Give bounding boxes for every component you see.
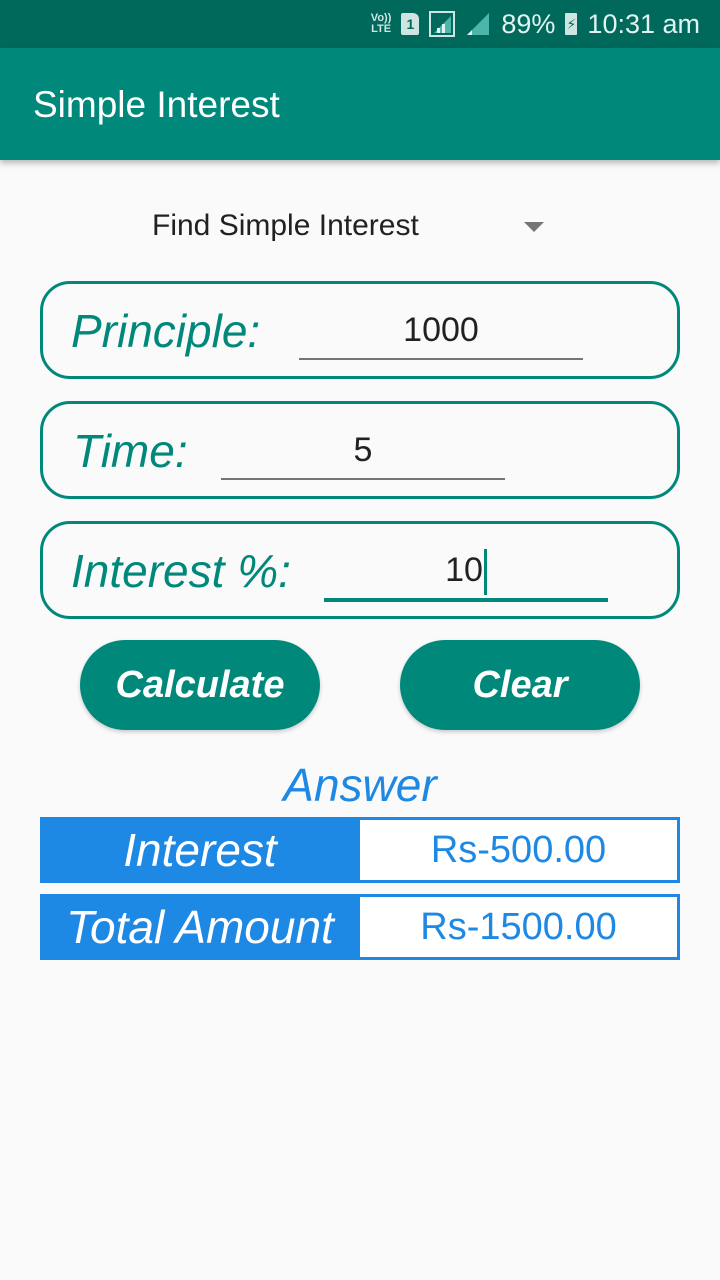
time-field-card: Time: 5 bbox=[40, 401, 680, 499]
interest-result-label: Interest bbox=[123, 824, 277, 876]
total-amount-row: Total Amount Rs-1500.00 bbox=[40, 894, 680, 960]
clear-button[interactable]: Clear bbox=[400, 640, 640, 730]
app-title: Simple Interest bbox=[33, 84, 280, 125]
signal-icon bbox=[429, 11, 456, 37]
principle-field-card: Principle: 1000 bbox=[40, 281, 680, 379]
total-amount-value: Rs-1500.00 bbox=[360, 897, 677, 957]
mode-spinner-value: Find Simple Interest bbox=[152, 209, 419, 242]
sim-icon: 1 bbox=[401, 13, 420, 35]
total-amount-label: Total Amount bbox=[66, 901, 334, 953]
mode-spinner[interactable]: Find Simple Interest bbox=[140, 198, 560, 254]
interest-input-value: 10 bbox=[445, 551, 483, 589]
time-label: Time: bbox=[73, 425, 188, 477]
calculate-button[interactable]: Calculate bbox=[80, 640, 320, 730]
interest-input[interactable]: 10 bbox=[324, 542, 608, 602]
principle-label: Principle: bbox=[71, 305, 261, 357]
battery-percent: 89% bbox=[501, 8, 556, 39]
clock: 10:31 am bbox=[587, 8, 700, 39]
dropdown-arrow-icon bbox=[524, 222, 544, 232]
answer-heading: Answer bbox=[283, 759, 437, 811]
status-bar: Vo)) LTE 1 89% ⚡ 10:31 am bbox=[0, 0, 720, 48]
time-input[interactable]: 5 bbox=[221, 422, 505, 480]
interest-field-card: Interest %: 10 bbox=[40, 521, 680, 619]
interest-result-value: Rs-500.00 bbox=[360, 820, 677, 880]
app-bar: Simple Interest bbox=[0, 48, 720, 160]
battery-charging-icon: ⚡ bbox=[565, 13, 578, 35]
signal-2-icon bbox=[467, 13, 490, 35]
principle-input[interactable]: 1000 bbox=[299, 302, 583, 360]
interest-result-row: Interest Rs-500.00 bbox=[40, 817, 680, 883]
text-cursor bbox=[483, 549, 487, 596]
volte-icon: Vo)) LTE bbox=[370, 12, 392, 35]
interest-label: Interest %: bbox=[71, 545, 291, 597]
